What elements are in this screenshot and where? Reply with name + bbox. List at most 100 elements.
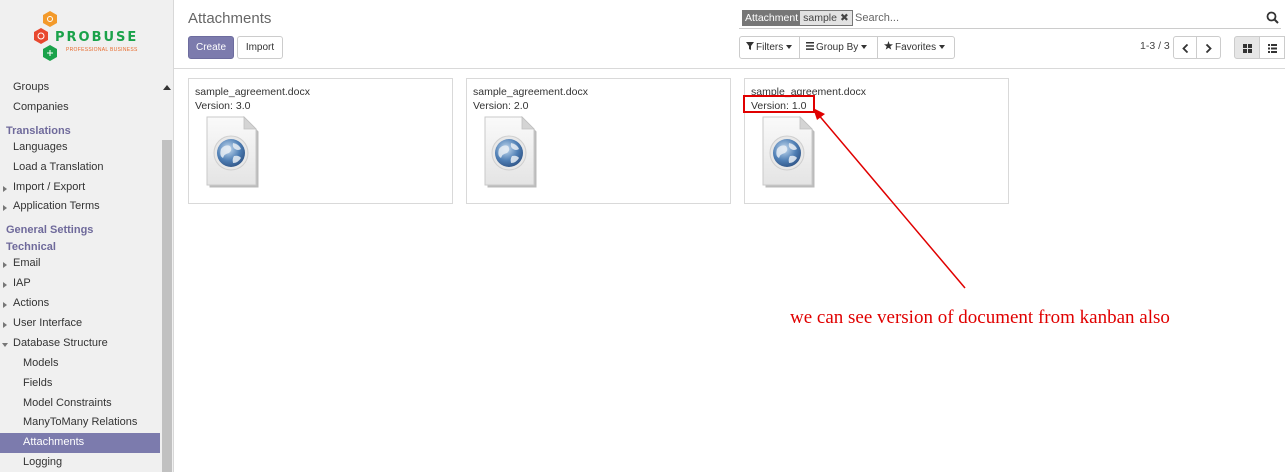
kanban-view-button[interactable] [1234, 36, 1260, 59]
caret-right-icon[interactable] [3, 282, 7, 289]
sidebar: PROBUSE PROFESSIONAL BUSINESS Groups Comp… [0, 0, 174, 472]
sidebar-menu: Groups Companies Translations Languages Load… [0, 78, 160, 472]
attachment-name: sample_agreement.docx [473, 86, 588, 98]
chevron-left-icon [1182, 44, 1189, 53]
web-document-icon [484, 116, 537, 188]
caret-right-icon[interactable] [3, 322, 7, 329]
sidebar-item-label: Languages [13, 140, 68, 153]
sidebar-item-label: IAP [13, 277, 31, 290]
sidebar-item-label: Load a Translation [13, 160, 104, 173]
sidebar-item-load-a-translation[interactable]: Load a Translation [0, 158, 160, 178]
pager-next-button[interactable] [1197, 36, 1221, 59]
sidebar-item-companies[interactable]: Companies [0, 98, 160, 118]
caret-right-icon[interactable] [3, 185, 7, 192]
sidebar-item-label: Email [13, 257, 41, 270]
attachment-name: sample_agreement.docx [195, 86, 310, 98]
groupby-dropdown[interactable]: Group By [800, 36, 878, 59]
search-facet: Attachment sample ✖ [742, 10, 853, 26]
sidebar-item-label: Attachments [23, 436, 85, 449]
annotation-arrow-icon [813, 108, 966, 289]
sidebar-section-general-settings[interactable]: General Settings [0, 223, 160, 237]
filters-label: Filters [756, 42, 784, 53]
page-title: Attachments [188, 10, 272, 27]
search-icon[interactable] [1266, 11, 1279, 24]
sidebar-item-model-constraints[interactable]: Model Constraints [0, 394, 160, 414]
scroll-up-arrow-icon[interactable] [163, 85, 171, 90]
caret-right-icon[interactable] [3, 302, 7, 309]
caret-down-icon[interactable] [2, 342, 8, 347]
sidebar-item-label: Application Terms [13, 200, 100, 213]
sidebar-section-translations[interactable]: Translations [0, 124, 160, 138]
list-view-button[interactable] [1260, 36, 1285, 59]
attachment-card[interactable]: sample_agreement.docx Version: 3.0 [188, 78, 453, 204]
logo-tagline: PROFESSIONAL BUSINESS [66, 47, 138, 53]
sidebar-item-label: Groups [13, 81, 50, 93]
facet-category: Attachment [743, 11, 801, 25]
attachment-version: Version: 3.0 [195, 100, 251, 112]
sidebar-section-technical[interactable]: Technical [0, 240, 160, 254]
sidebar-scroll-thumb[interactable] [162, 140, 172, 472]
favorites-label: Favorites [895, 42, 937, 53]
filter-icon [746, 42, 754, 50]
sidebar-item-application-terms[interactable]: Application Terms [0, 197, 160, 217]
content-divider [174, 68, 1285, 69]
caret-right-icon[interactable] [3, 262, 7, 269]
create-button[interactable]: Create [188, 36, 234, 59]
sidebar-item-logging[interactable]: Logging [0, 453, 160, 472]
favorites-dropdown[interactable]: Favorites [878, 36, 955, 59]
sidebar-item-label: Technical [6, 241, 56, 254]
web-document-icon [762, 116, 815, 188]
import-button[interactable]: Import [237, 36, 283, 59]
sidebar-item-label: Actions [13, 297, 50, 310]
sidebar-item-manytomany-relations[interactable]: ManyToMany Relations [0, 413, 160, 433]
sidebar-item-languages[interactable]: Languages [0, 138, 160, 158]
caret-down-icon [861, 45, 868, 50]
sidebar-item-import-export[interactable]: Import / Export [0, 178, 160, 198]
sidebar-item-label: Import / Export [13, 180, 86, 193]
annotation-highlight-box [743, 95, 815, 113]
star-icon [884, 41, 893, 50]
sidebar-item-label: General Settings [6, 224, 94, 237]
app-window: PROBUSE PROFESSIONAL BUSINESS Groups Comp… [0, 0, 1285, 472]
grid-icon [1243, 44, 1252, 53]
caret-down-icon [786, 45, 793, 50]
sidebar-item-groups[interactable]: Groups [0, 78, 160, 98]
list-icon [1268, 44, 1277, 53]
attachment-card[interactable]: sample_agreement.docx Version: 2.0 [466, 78, 731, 204]
sidebar-item-label: Model Constraints [23, 396, 112, 409]
facet-value-text: sample [803, 12, 837, 24]
caret-down-icon [939, 45, 946, 50]
sidebar-item-models[interactable]: Models [0, 354, 160, 374]
sidebar-item-label: ManyToMany Relations [23, 416, 138, 429]
sidebar-item-email[interactable]: Email [0, 254, 160, 274]
search-input[interactable] [855, 10, 1255, 26]
facet-value: sample ✖ [800, 11, 852, 25]
sidebar-item-label: Database Structure [13, 336, 108, 349]
bars-icon [806, 42, 814, 50]
filters-dropdown[interactable]: Filters [739, 36, 800, 59]
sidebar-item-label: Models [23, 356, 59, 369]
search-bar[interactable]: Attachment sample ✖ [739, 8, 1281, 29]
sidebar-item-label: User Interface [13, 317, 83, 330]
pager-previous-button[interactable] [1173, 36, 1197, 59]
groupby-label: Group By [816, 42, 859, 53]
sidebar-item-label: Fields [23, 376, 53, 389]
sidebar-item-iap[interactable]: IAP [0, 274, 160, 294]
caret-right-icon[interactable] [3, 205, 7, 212]
sidebar-item-label: Companies [13, 100, 69, 113]
sidebar-item-label: Logging [23, 456, 63, 469]
sidebar-item-user-interface[interactable]: User Interface [0, 314, 160, 334]
sidebar-item-actions[interactable]: Actions [0, 294, 160, 314]
annotation-text: we can see version of document from kanb… [790, 307, 1170, 328]
web-document-icon [206, 116, 259, 188]
sidebar-item-label: Translations [6, 124, 71, 137]
facet-remove-icon[interactable]: ✖ [840, 12, 849, 24]
sidebar-item-database-structure[interactable]: Database Structure [0, 334, 160, 354]
sidebar-item-attachments[interactable]: Attachments [0, 433, 160, 454]
sidebar-item-fields[interactable]: Fields [0, 374, 160, 394]
company-logo: PROBUSE PROFESSIONAL BUSINESS [0, 0, 173, 78]
logo-brand-text: PROBUSE [55, 30, 139, 45]
chevron-right-icon [1205, 44, 1212, 53]
attachment-version: Version: 2.0 [473, 100, 529, 112]
pager-value[interactable]: 1-3 / 3 [1140, 40, 1170, 52]
